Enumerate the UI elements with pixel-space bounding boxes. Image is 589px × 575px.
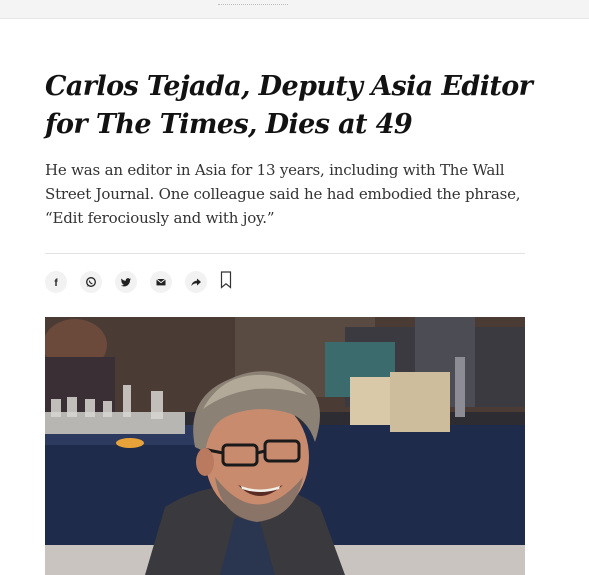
twitter-share-button[interactable] — [115, 271, 137, 293]
more-share-button[interactable] — [185, 271, 207, 293]
browser-top-bar — [0, 0, 589, 19]
facebook-share-button[interactable]: f — [45, 271, 67, 293]
top-bar-fragment — [218, 0, 288, 5]
article-headline: Carlos Tejada, Deputy Asia Editor for Th… — [45, 71, 533, 140]
email-icon — [155, 276, 167, 288]
article-photo — [45, 317, 525, 575]
share-toolbar: f — [45, 270, 233, 294]
share-arrow-icon — [190, 276, 202, 288]
whatsapp-share-button[interactable] — [80, 271, 102, 293]
divider — [45, 253, 525, 254]
svg-text:f: f — [54, 278, 58, 288]
article-summary: He was an editor in Asia for 13 years, i… — [45, 161, 521, 227]
facebook-icon: f — [50, 276, 62, 288]
bookmark-icon — [220, 271, 232, 293]
save-bookmark-button[interactable] — [219, 271, 233, 293]
twitter-icon — [120, 276, 132, 288]
email-share-button[interactable] — [150, 271, 172, 293]
whatsapp-icon — [85, 276, 97, 288]
